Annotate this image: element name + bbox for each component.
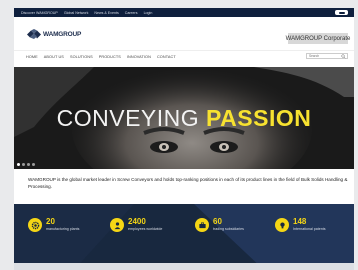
topbar-link-careers[interactable]: Careers	[125, 11, 138, 15]
nav-item-innovation[interactable]: INNOVATION	[127, 55, 151, 59]
gear-icon	[28, 218, 42, 232]
nav-item-solutions[interactable]: SOLUTIONS	[70, 55, 93, 59]
stat-label: International patents	[293, 227, 326, 231]
slider-dot[interactable]	[22, 163, 25, 166]
slider-dot[interactable]	[32, 163, 35, 166]
stat-patents: 148 International patents	[275, 218, 326, 232]
stat-value: 2400	[128, 217, 146, 226]
stat-employees: 2400 employees worldwide	[110, 218, 162, 232]
main-nav: HOME ABOUT US SOLUTIONS PRODUCTS INNOVAT…	[14, 51, 354, 62]
hero-banner: CONVEYING PASSION	[14, 67, 354, 169]
logo-text: WAMGROUP	[43, 31, 82, 38]
topbar-link-news-events[interactable]: News & Events	[94, 11, 118, 15]
slider-dot[interactable]	[27, 163, 30, 166]
stat-value: 20	[46, 217, 55, 226]
stats-bottom-strip	[14, 263, 354, 270]
stat-label: trading subsidiaries	[213, 227, 244, 231]
topbar-link-discover[interactable]: Discover WAMGROUP	[21, 11, 58, 15]
stat-label: employees worldwide	[128, 227, 163, 231]
nav-item-about-us[interactable]: ABOUT US	[44, 55, 64, 59]
search-icon[interactable]	[341, 54, 346, 59]
site-logo[interactable]: WAMGROUP	[26, 29, 81, 40]
stat-label: manufacturing plants	[46, 227, 80, 231]
search-box	[306, 53, 348, 59]
stat-value: 148	[293, 217, 307, 226]
intro-text: WAMGROUP is the global market leader in …	[28, 177, 348, 189]
lightbulb-icon	[275, 218, 289, 232]
page: Discover WAMGROUP Global Network News & …	[14, 8, 354, 270]
stat-trading-subsidiaries: 60 trading subsidiaries	[195, 218, 244, 232]
hero-title: CONVEYING PASSION	[14, 105, 354, 132]
stats-background-pattern	[14, 204, 354, 270]
topbar-link-global-network[interactable]: Global Network	[64, 11, 89, 15]
top-utility-bar: Discover WAMGROUP Global Network News & …	[14, 8, 354, 17]
wamgroup-logo-icon	[27, 29, 41, 39]
corporate-button[interactable]: WAMGROUP Corporate	[286, 33, 350, 44]
stats-band: 20 manufacturing plants 2400 employees w…	[14, 204, 354, 270]
search-input[interactable]	[309, 53, 343, 59]
topbar-link-login[interactable]: Login	[144, 11, 153, 15]
topbar-logo-icon[interactable]	[335, 10, 348, 15]
slider-dots	[17, 163, 35, 166]
stat-manufacturing-plants: 20 manufacturing plants	[28, 218, 79, 232]
stat-value: 60	[213, 217, 222, 226]
briefcase-icon	[195, 218, 209, 232]
nav-item-contact[interactable]: CONTACT	[157, 55, 176, 59]
person-icon	[110, 218, 124, 232]
hero-title-light: CONVEYING	[56, 105, 200, 131]
slider-dot[interactable]	[17, 163, 20, 166]
hero-title-bold: PASSION	[206, 105, 312, 131]
site-header: WAMGROUP WAMGROUP Corporate	[14, 17, 354, 51]
nav-item-home[interactable]: HOME	[26, 55, 38, 59]
nav-item-products[interactable]: PRODUCTS	[99, 55, 121, 59]
